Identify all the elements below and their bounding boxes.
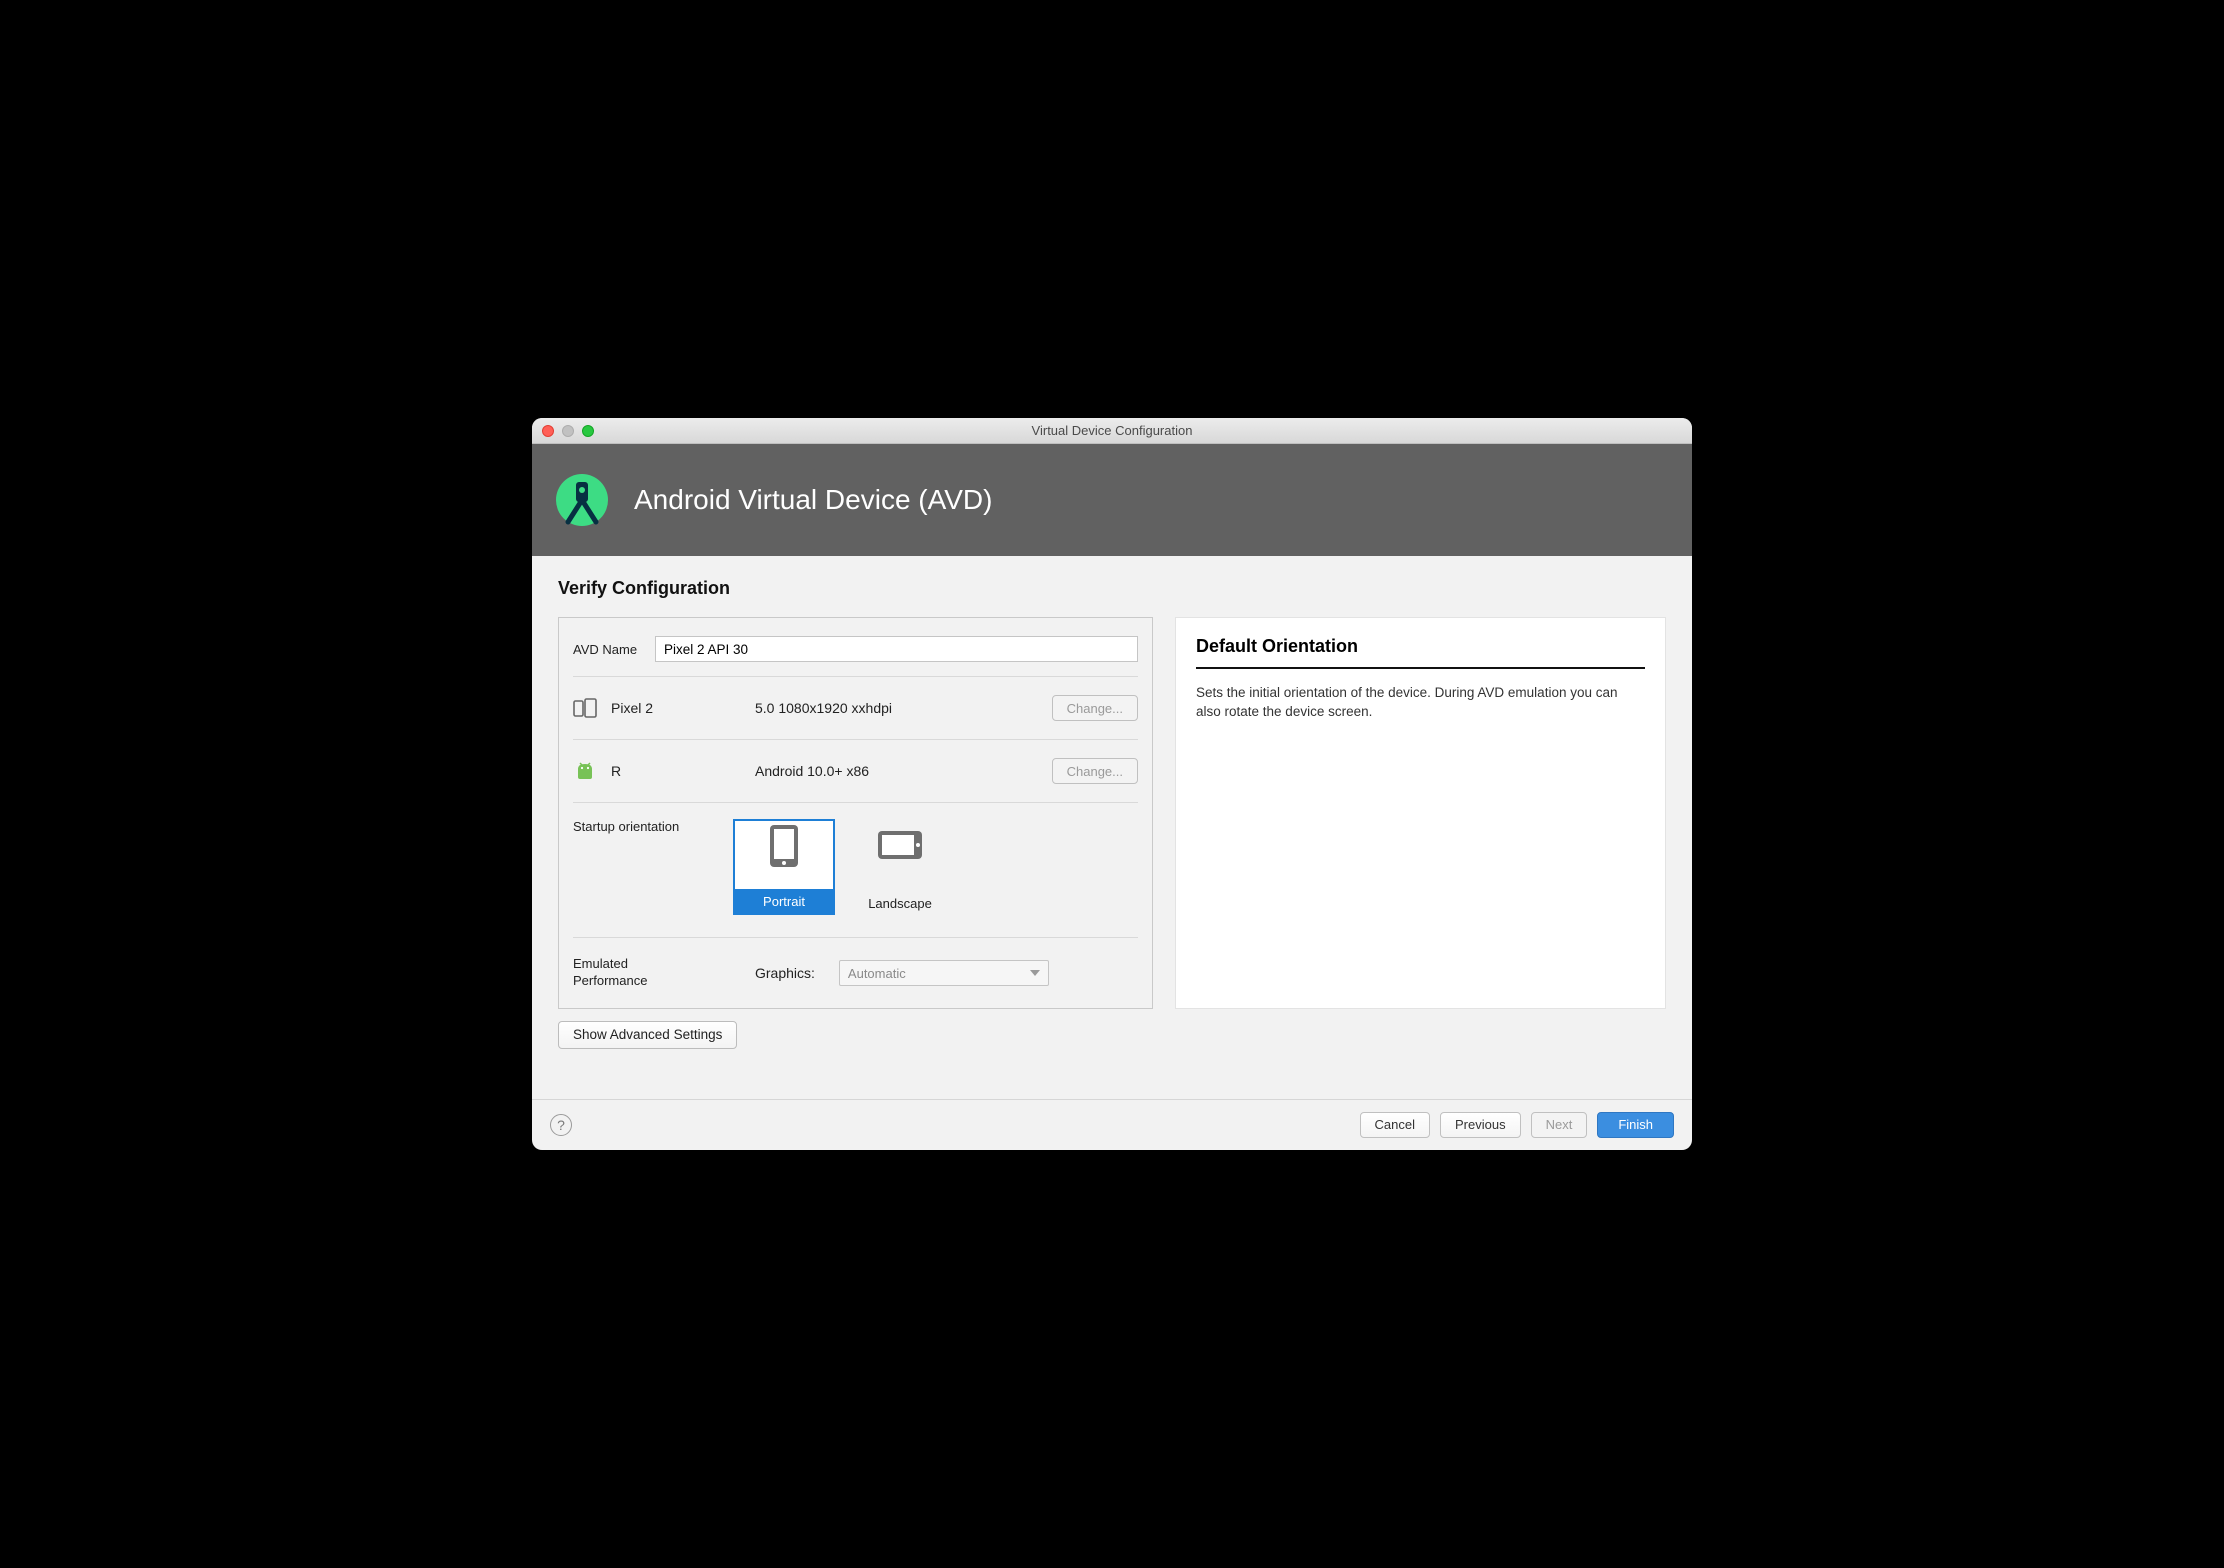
graphics-value: Automatic (848, 966, 906, 981)
orientation-landscape[interactable]: Landscape (849, 819, 951, 915)
system-image-change-button[interactable]: Change... (1052, 758, 1138, 784)
info-panel: Default Orientation Sets the initial ori… (1175, 617, 1666, 1009)
section-title: Verify Configuration (558, 578, 1666, 599)
banner-title: Android Virtual Device (AVD) (634, 484, 992, 516)
banner: Android Virtual Device (AVD) (532, 444, 1692, 556)
help-icon[interactable]: ? (550, 1114, 572, 1136)
body: Verify Configuration AVD Name Pixel 2 (532, 556, 1692, 1059)
info-body: Sets the initial orientation of the devi… (1196, 683, 1645, 722)
previous-button[interactable]: Previous (1440, 1112, 1521, 1138)
orientation-landscape-label: Landscape (849, 891, 951, 915)
tablet-portrait-icon (764, 821, 804, 871)
config-panel: AVD Name Pixel 2 5.0 1080x1920 xxhdpi Ch… (558, 617, 1153, 1009)
cancel-button[interactable]: Cancel (1360, 1112, 1430, 1138)
device-icon (573, 696, 597, 720)
system-image-name: R (611, 763, 741, 779)
device-change-button[interactable]: Change... (1052, 695, 1138, 721)
system-image-detail: Android 10.0+ x86 (755, 763, 1038, 779)
avd-name-input[interactable] (655, 636, 1138, 662)
android-icon (573, 759, 597, 783)
show-advanced-settings-button[interactable]: Show Advanced Settings (558, 1021, 737, 1049)
orientation-row: Startup orientation Portrait (573, 813, 1138, 915)
footer: ? Cancel Previous Next Finish (532, 1099, 1692, 1150)
graphics-select[interactable]: Automatic (839, 960, 1049, 986)
avd-name-label: AVD Name (573, 642, 643, 657)
graphics-group-label: Emulated Performance (573, 956, 673, 990)
android-studio-icon (554, 472, 610, 528)
orientation-portrait-label: Portrait (735, 889, 833, 913)
orientation-label: Startup orientation (573, 819, 723, 834)
window-title: Virtual Device Configuration (532, 423, 1692, 438)
system-image-row: R Android 10.0+ x86 Change... (573, 750, 1138, 792)
device-name: Pixel 2 (611, 700, 741, 716)
device-row: Pixel 2 5.0 1080x1920 xxhdpi Change... (573, 687, 1138, 729)
info-title: Default Orientation (1196, 636, 1645, 657)
chevron-down-icon (1030, 970, 1040, 976)
device-detail: 5.0 1080x1920 xxhdpi (755, 700, 1038, 716)
tablet-landscape-icon (872, 819, 928, 869)
dialog-window: Virtual Device Configuration Android Vir… (532, 418, 1692, 1150)
graphics-sub-label: Graphics: (755, 965, 815, 981)
graphics-row: Emulated Performance Graphics: Automatic (573, 948, 1138, 990)
orientation-portrait[interactable]: Portrait (733, 819, 835, 915)
titlebar: Virtual Device Configuration (532, 418, 1692, 444)
avd-name-row: AVD Name (573, 632, 1138, 666)
next-button: Next (1531, 1112, 1588, 1138)
finish-button[interactable]: Finish (1597, 1112, 1674, 1138)
